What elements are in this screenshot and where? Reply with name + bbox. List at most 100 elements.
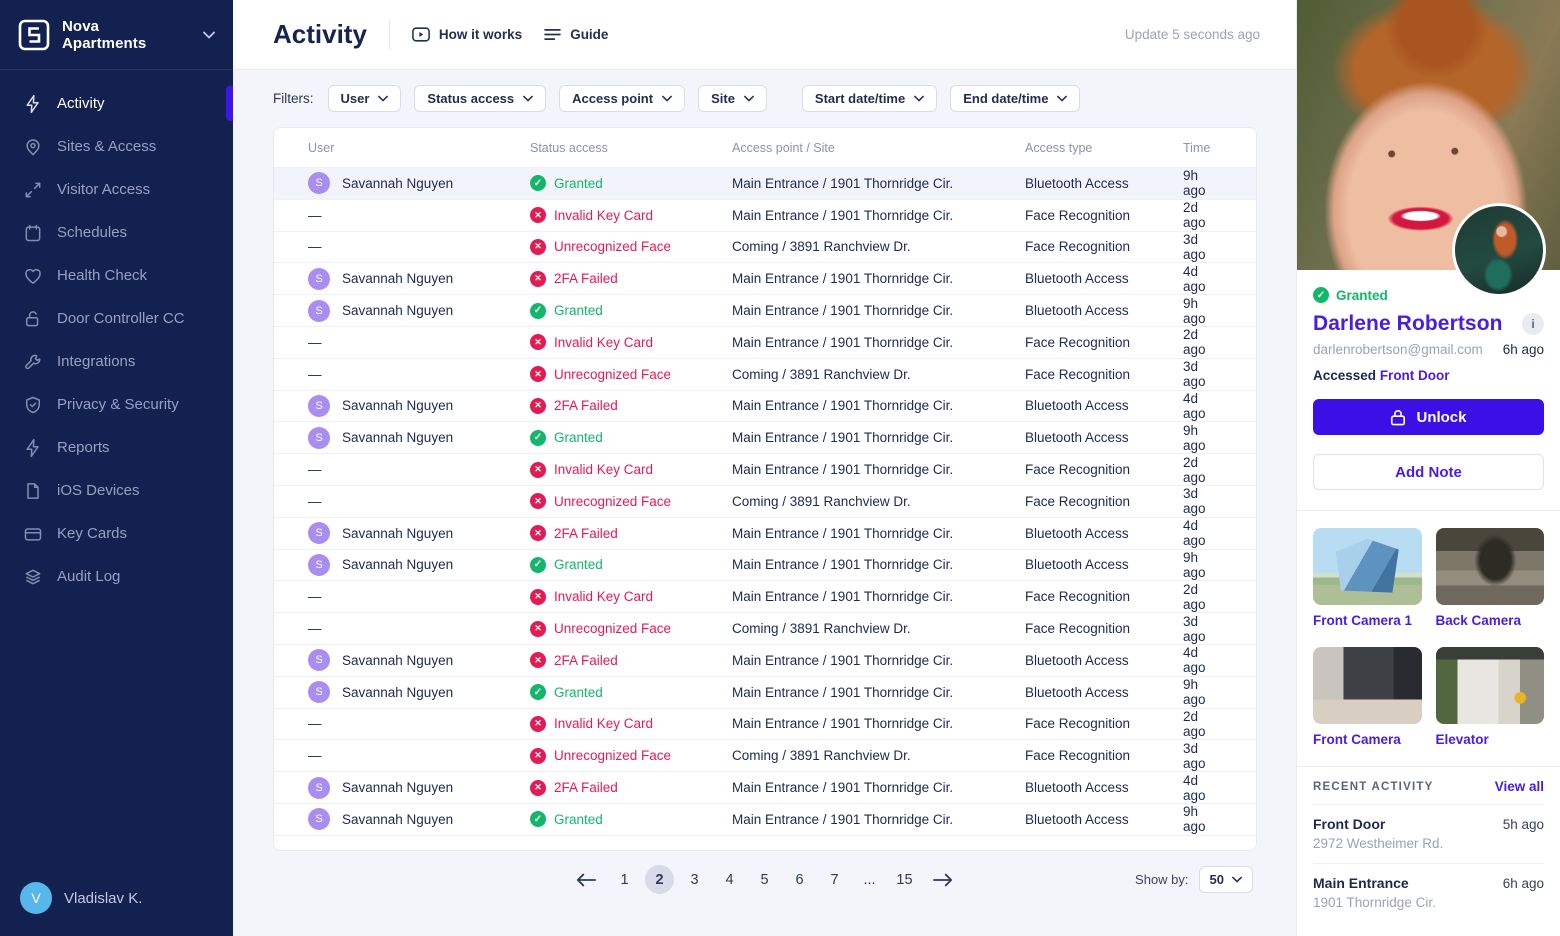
show-by-select[interactable]: 50 xyxy=(1199,866,1253,893)
main-content: Activity How it works Guide Update 5 sec… xyxy=(233,0,1296,936)
table-row[interactable]: — Unrecognized Face Coming / 3891 Ranchv… xyxy=(274,359,1256,391)
sidebar-item-schedules[interactable]: Schedules xyxy=(0,211,233,254)
cell-user: S Savannah Nguyen xyxy=(308,395,530,417)
table-row[interactable]: — Unrecognized Face Coming / 3891 Ranchv… xyxy=(274,232,1256,264)
show-by-value: 50 xyxy=(1210,872,1224,887)
prev-page-button[interactable] xyxy=(568,869,604,891)
page-button-7[interactable]: 7 xyxy=(820,865,849,894)
filter-status-access-dropdown[interactable]: Status access xyxy=(414,85,546,112)
add-note-button[interactable]: Add Note xyxy=(1313,454,1544,490)
video-play-icon xyxy=(412,27,430,42)
camera-thumb-elevator[interactable]: Elevator xyxy=(1436,647,1545,747)
camera-thumb-front[interactable]: Front Camera xyxy=(1313,647,1422,747)
table-row[interactable]: — Unrecognized Face Coming / 3891 Ranchv… xyxy=(274,613,1256,645)
sidebar-item-visitor-access[interactable]: Visitor Access xyxy=(0,168,233,211)
table-row[interactable]: S Savannah Nguyen 2FA Failed Main Entran… xyxy=(274,772,1256,804)
sidebar-item-label: Visitor Access xyxy=(57,181,150,198)
cell-status: Unrecognized Face xyxy=(530,239,732,255)
table-row[interactable]: S Savannah Nguyen Granted Main Entrance … xyxy=(274,550,1256,582)
user-name: Savannah Nguyen xyxy=(342,398,453,413)
filter-end-date-dropdown[interactable]: End date/time xyxy=(950,85,1080,112)
cell-access-type: Bluetooth Access xyxy=(1025,812,1183,827)
cell-user: — xyxy=(308,716,530,731)
page-button-6[interactable]: 6 xyxy=(785,865,814,894)
table-row[interactable]: S Savannah Nguyen Granted Main Entrance … xyxy=(274,295,1256,327)
brand-switcher[interactable]: Nova Apartments xyxy=(0,0,233,70)
reference-profile-photo[interactable] xyxy=(1452,203,1546,297)
table-row[interactable]: — Invalid Key Card Main Entrance / 1901 … xyxy=(274,454,1256,486)
sidebar-item-ios-devices[interactable]: iOS Devices xyxy=(0,469,233,512)
cell-access-type: Bluetooth Access xyxy=(1025,398,1183,413)
sidebar-user[interactable]: V Vladislav K. xyxy=(0,864,233,936)
sidebar-item-sites-access[interactable]: Sites & Access xyxy=(0,125,233,168)
accessed-door-link[interactable]: Front Door xyxy=(1380,368,1450,383)
cell-user: — xyxy=(308,208,530,223)
filter-access-point-dropdown[interactable]: Access point xyxy=(559,85,685,112)
sidebar-item-label: Schedules xyxy=(57,224,127,241)
recent-activity-item[interactable]: Main Entrance 6h ago 1901 Thornridge Cir… xyxy=(1313,864,1544,922)
sidebar-item-health-check[interactable]: Health Check xyxy=(0,254,233,297)
user-name: Savannah Nguyen xyxy=(342,176,453,191)
cell-access-point: Main Entrance / 1901 Thornridge Cir. xyxy=(732,780,1025,795)
sidebar-item-reports[interactable]: Reports xyxy=(0,426,233,469)
sidebar-item-activity[interactable]: Activity xyxy=(0,82,233,125)
sidebar-item-integrations[interactable]: Integrations xyxy=(0,340,233,383)
user-name: — xyxy=(308,335,322,350)
view-all-link[interactable]: View all xyxy=(1495,779,1544,794)
filter-site-dropdown[interactable]: Site xyxy=(698,85,767,112)
unlock-button[interactable]: Unlock xyxy=(1313,399,1544,435)
table-row[interactable]: — Invalid Key Card Main Entrance / 1901 … xyxy=(274,581,1256,613)
avatar: S xyxy=(308,554,330,576)
filter-start-date-dropdown[interactable]: Start date/time xyxy=(802,85,937,112)
camera-thumb-front-1[interactable]: Front Camera 1 xyxy=(1313,528,1422,628)
table-row[interactable]: — Unrecognized Face Coming / 3891 Ranchv… xyxy=(274,486,1256,518)
status-label: Invalid Key Card xyxy=(554,335,653,350)
cell-access-point: Main Entrance / 1901 Thornridge Cir. xyxy=(732,685,1025,700)
cell-access-point: Main Entrance / 1901 Thornridge Cir. xyxy=(732,271,1025,286)
profile-section: Granted Darlene Robertson i darlenrobert… xyxy=(1297,270,1560,511)
cell-status: 2FA Failed xyxy=(530,271,732,287)
cell-user: S Savannah Nguyen xyxy=(308,808,530,830)
status-icon xyxy=(530,684,546,700)
table-row[interactable]: — Invalid Key Card Main Entrance / 1901 … xyxy=(274,327,1256,359)
status-icon xyxy=(530,652,546,668)
sidebar-item-door-controller-cc[interactable]: Door Controller CC xyxy=(0,297,233,340)
table-row[interactable]: S Savannah Nguyen Granted Main Entrance … xyxy=(274,677,1256,709)
cell-user: — xyxy=(308,462,530,477)
table-row[interactable]: — Invalid Key Card Main Entrance / 1901 … xyxy=(274,709,1256,741)
cell-access-type: Face Recognition xyxy=(1025,367,1183,382)
sidebar-item-audit-log[interactable]: Audit Log xyxy=(0,555,233,598)
page-button-15[interactable]: 15 xyxy=(890,865,919,894)
cell-time: 3d ago xyxy=(1183,359,1222,389)
table-row[interactable]: S Savannah Nguyen Granted Main Entrance … xyxy=(274,168,1256,200)
table-row[interactable]: S Savannah Nguyen 2FA Failed Main Entran… xyxy=(274,518,1256,550)
table-row[interactable]: — Invalid Key Card Main Entrance / 1901 … xyxy=(274,200,1256,232)
how-it-works-link[interactable]: How it works xyxy=(412,27,522,42)
camera-label: Front Camera xyxy=(1313,732,1422,747)
page-button-1[interactable]: 1 xyxy=(610,865,639,894)
cell-access-point: Coming / 3891 Ranchview Dr. xyxy=(732,367,1025,382)
next-page-button[interactable] xyxy=(925,869,961,891)
page-button-4[interactable]: 4 xyxy=(715,865,744,894)
chevron-down-icon xyxy=(523,95,533,102)
page-button-2-current[interactable]: 2 xyxy=(645,865,674,894)
guide-link[interactable]: Guide xyxy=(544,27,608,42)
sidebar-item-key-cards[interactable]: Key Cards xyxy=(0,512,233,555)
cell-access-type: Bluetooth Access xyxy=(1025,653,1183,668)
table-row[interactable]: S Savannah Nguyen Granted Main Entrance … xyxy=(274,422,1256,454)
person-name[interactable]: Darlene Robertson xyxy=(1313,312,1503,336)
recent-activity-item[interactable]: Front Door 5h ago 2972 Westheimer Rd. xyxy=(1313,805,1544,864)
camera-thumb-back[interactable]: Back Camera xyxy=(1436,528,1545,628)
sidebar-item-privacy-security[interactable]: Privacy & Security xyxy=(0,383,233,426)
table-row[interactable]: S Savannah Nguyen 2FA Failed Main Entran… xyxy=(274,263,1256,295)
page-button-3[interactable]: 3 xyxy=(680,865,709,894)
filter-user-dropdown[interactable]: User xyxy=(328,85,402,112)
table-row[interactable]: S Savannah Nguyen 2FA Failed Main Entran… xyxy=(274,391,1256,423)
page-button-5[interactable]: 5 xyxy=(750,865,779,894)
cell-access-point: Coming / 3891 Ranchview Dr. xyxy=(732,748,1025,763)
info-icon[interactable]: i xyxy=(1522,313,1544,335)
table-row[interactable]: S Savannah Nguyen Granted Main Entrance … xyxy=(274,804,1256,836)
text-lines-icon xyxy=(544,28,561,41)
table-row[interactable]: — Unrecognized Face Coming / 3891 Ranchv… xyxy=(274,740,1256,772)
table-row[interactable]: S Savannah Nguyen 2FA Failed Main Entran… xyxy=(274,645,1256,677)
